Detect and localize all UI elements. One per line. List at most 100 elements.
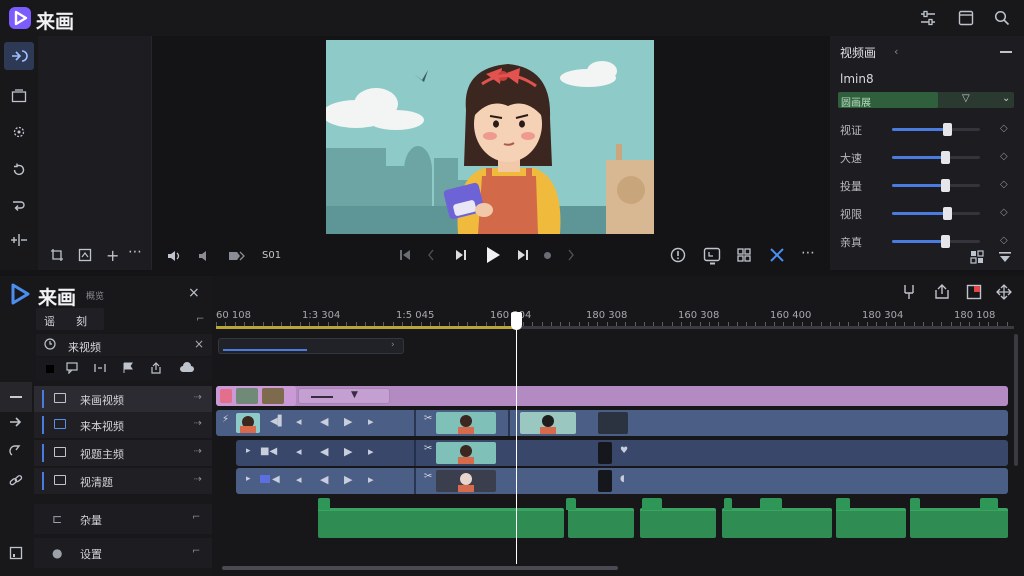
import-icon[interactable] — [4, 42, 34, 70]
split-icon[interactable] — [4, 226, 34, 254]
effects-icon[interactable] — [4, 118, 34, 146]
preview-more-icon[interactable]: ⋯ — [801, 245, 815, 261]
next-frame-icon[interactable] — [566, 248, 576, 262]
project-extra-row[interactable]: ● 设置 ⌐ — [34, 538, 212, 568]
clip-transport-icon[interactable]: ▶ — [344, 473, 352, 486]
title-segment[interactable]: ▼ — [298, 388, 390, 404]
keyframe-icon[interactable]: ◇ — [1000, 207, 1008, 218]
clip-transport-icon[interactable]: ◂ — [296, 473, 302, 486]
timeline-scrollbar[interactable] — [222, 566, 618, 570]
chain-icon[interactable] — [9, 474, 23, 488]
audio-clip[interactable] — [318, 508, 564, 538]
clip-play-icon[interactable]: ▸ — [246, 446, 251, 456]
clip-transport-icon[interactable]: ▸ — [368, 415, 374, 428]
clip-transport-icon[interactable]: ◂ — [296, 415, 302, 428]
inspector-slider[interactable] — [892, 179, 980, 192]
history-icon[interactable] — [4, 156, 34, 184]
audio-clip[interactable] — [910, 508, 1008, 538]
slider-thumb[interactable] — [940, 235, 950, 248]
audio-clip[interactable] — [640, 508, 716, 538]
clip-transport-icon[interactable]: ◀ — [320, 415, 328, 428]
export-icon[interactable] — [934, 284, 950, 300]
track-expand-icon[interactable]: ⇢ — [194, 446, 202, 457]
clip-play-icon[interactable]: ▸ — [246, 474, 251, 484]
clip-transport-icon[interactable]: ◀ — [320, 445, 328, 458]
crop-icon[interactable] — [50, 248, 64, 262]
clip-transport-icon[interactable]: ◂ — [296, 445, 302, 458]
playhead-line[interactable] — [516, 322, 517, 564]
title-clip-head[interactable] — [216, 386, 296, 406]
collapse-icon[interactable]: ‹ — [894, 45, 898, 58]
frame-icon[interactable] — [78, 248, 92, 262]
clip-color-icon[interactable] — [260, 475, 270, 483]
audio-clip[interactable] — [836, 508, 906, 538]
info-icon[interactable] — [670, 247, 686, 263]
track-header-row[interactable]: 视清题 ⇢ — [34, 468, 212, 494]
clip-transport-icon[interactable]: ◀ — [320, 473, 328, 486]
move-icon[interactable] — [996, 284, 1012, 300]
cut-icon[interactable]: ✂ — [424, 413, 432, 424]
search-icon[interactable] — [992, 9, 1012, 27]
keyframe-icon[interactable]: ◇ — [1000, 179, 1008, 190]
subtitle-icon[interactable] — [703, 247, 721, 265]
cut-icon[interactable]: ✂ — [424, 443, 432, 454]
project-extra-row[interactable]: ⊏ 杂量 ⌐ — [34, 504, 212, 534]
track-expand-icon[interactable]: ⇢ — [194, 474, 202, 485]
expand-down-icon[interactable] — [998, 251, 1012, 263]
slider-thumb[interactable] — [940, 151, 950, 164]
volume-down-icon[interactable] — [166, 249, 184, 263]
section-close-icon[interactable]: × — [194, 337, 204, 351]
panel-close-icon[interactable]: × — [188, 285, 200, 301]
link-rotate-icon[interactable] — [9, 444, 23, 458]
track-side-active[interactable] — [0, 382, 32, 412]
work-area-bar[interactable] — [216, 326, 514, 329]
playhead-handle[interactable] — [511, 312, 522, 330]
inspector-slider[interactable] — [892, 235, 980, 248]
marker-icon[interactable] — [902, 284, 916, 300]
clip-transport-icon[interactable]: ▸ — [368, 445, 374, 458]
clip-audio-icon[interactable]: ◀ — [272, 474, 280, 485]
keyframe-icon[interactable]: ◇ — [1000, 235, 1008, 246]
keyframe-icon[interactable]: ◇ — [1000, 123, 1008, 134]
waveform-overview[interactable]: › — [218, 338, 404, 354]
slider-thumb[interactable] — [942, 207, 952, 220]
clip-transport-icon[interactable]: ▸ — [368, 473, 374, 486]
slider-thumb[interactable] — [940, 179, 950, 192]
audio-clip[interactable] — [568, 508, 634, 538]
minimize-icon[interactable] — [1000, 51, 1012, 53]
keyframe-icon[interactable]: ◇ — [1000, 151, 1008, 162]
cloud-icon[interactable] — [180, 362, 194, 374]
inspector-slider[interactable] — [892, 151, 980, 164]
more-icon[interactable]: ⋯ — [128, 244, 142, 260]
layout-icon[interactable] — [970, 250, 984, 264]
clip-transport-icon[interactable]: ▶ — [344, 415, 352, 428]
cut-icon[interactable]: ✂ — [424, 471, 432, 482]
preset-dropdown[interactable]: 圆画展 ▽ ⌄ — [838, 92, 1014, 109]
speed-icon[interactable] — [228, 249, 246, 263]
trim-icon[interactable] — [94, 362, 106, 374]
flag-icon[interactable] — [122, 362, 134, 374]
section-header[interactable]: 来视频 × — [36, 334, 212, 356]
track-expand-icon[interactable]: ⇢ — [194, 392, 202, 403]
speaker-icon[interactable] — [198, 249, 212, 263]
window-icon[interactable] — [956, 9, 976, 27]
inspector-slider[interactable] — [892, 123, 980, 136]
track-header-row[interactable]: 来画视频 ⇢ — [34, 386, 212, 412]
slider-thumb[interactable] — [942, 123, 952, 136]
comment-icon[interactable] — [66, 362, 78, 374]
inspector-slider[interactable] — [892, 207, 980, 220]
add-icon[interactable]: + — [106, 246, 119, 265]
close-x-icon[interactable] — [769, 247, 785, 263]
step-back-icon[interactable] — [454, 248, 468, 262]
track-header-row[interactable]: 来本视频 ⇢ — [34, 412, 212, 438]
export-clip-icon[interactable] — [150, 362, 162, 374]
record-dot-icon[interactable] — [544, 252, 551, 259]
video-preview[interactable] — [326, 40, 654, 234]
record-screen-icon[interactable] — [966, 284, 982, 300]
tab-second[interactable]: 刻 — [76, 313, 87, 329]
skip-start-icon[interactable] — [398, 248, 412, 262]
fullscreen-grid-icon[interactable] — [736, 247, 752, 263]
transition-icon[interactable] — [4, 192, 34, 220]
arrow-right-icon[interactable] — [9, 416, 23, 428]
audio-clip[interactable] — [722, 508, 832, 538]
